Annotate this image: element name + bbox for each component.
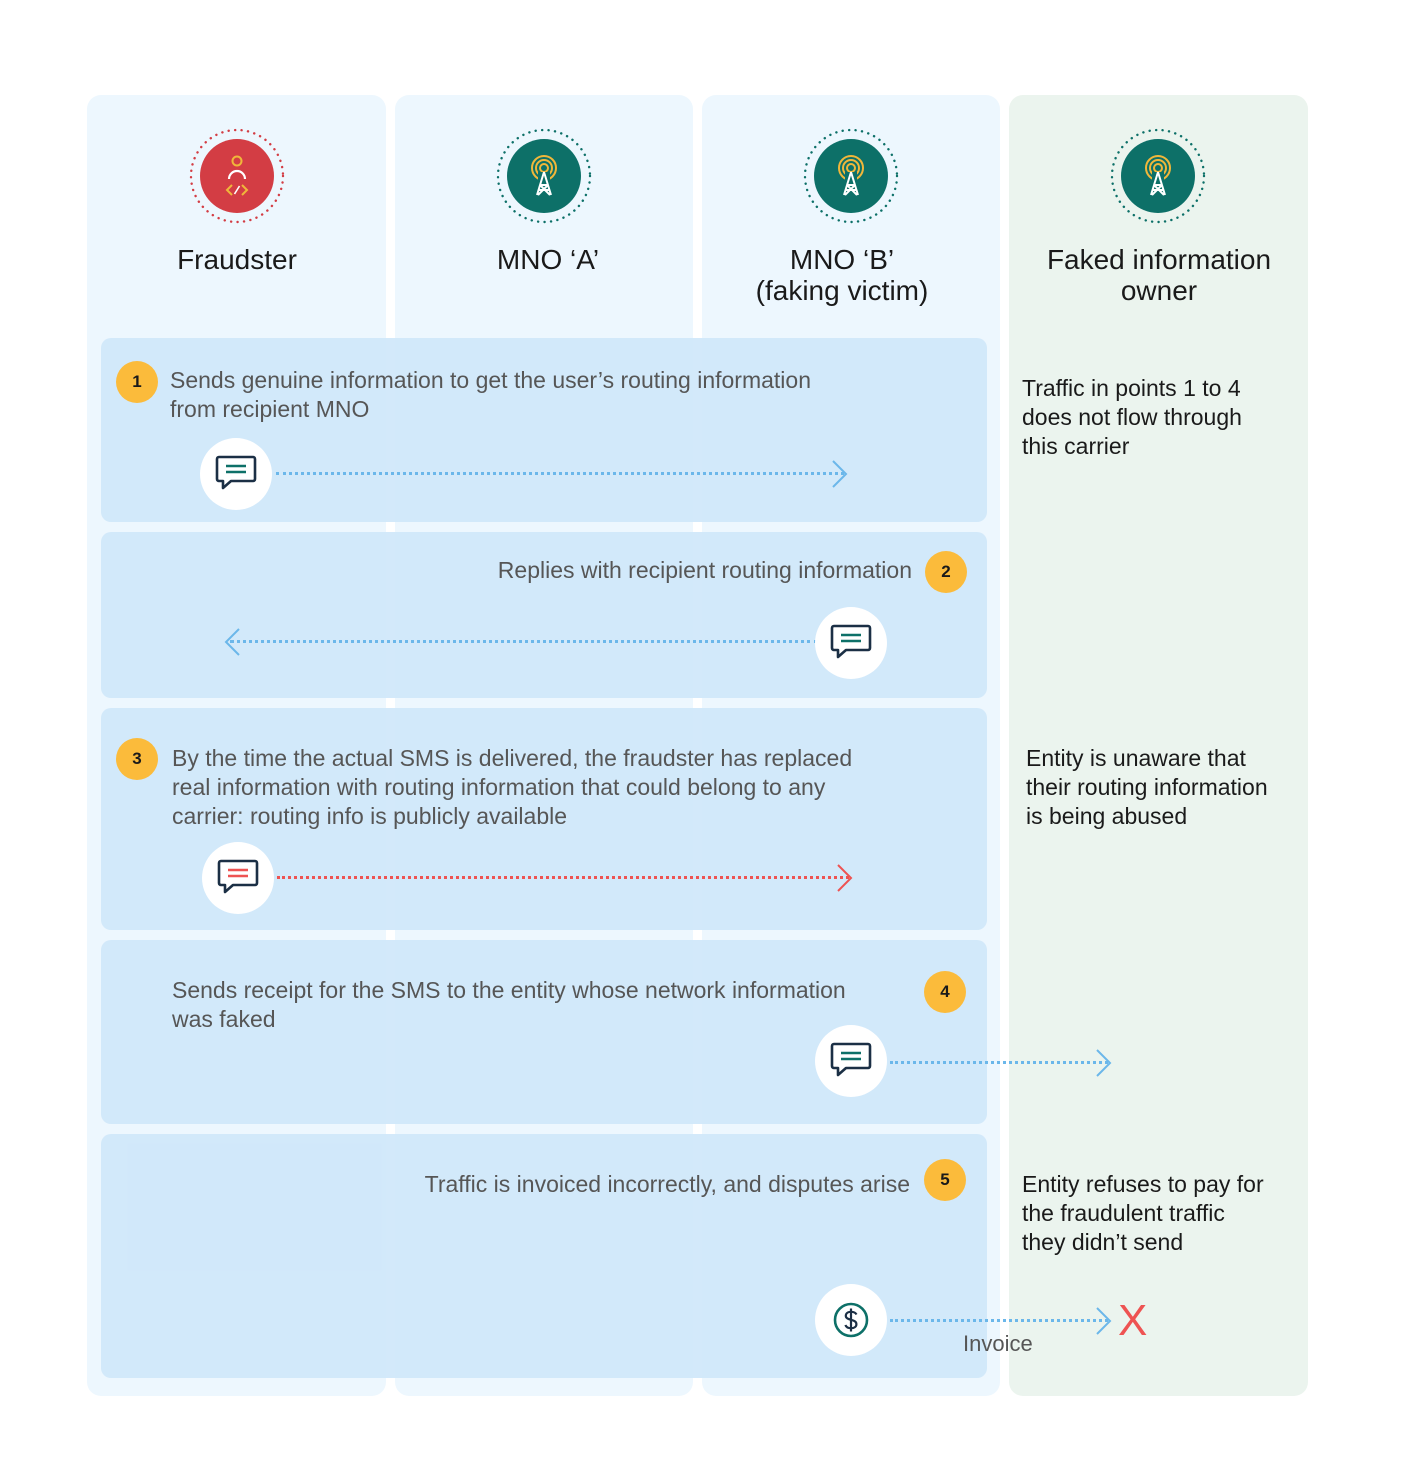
note-entity-unaware: Entity is unaware that their routing inf… [1026, 744, 1306, 831]
actor-label-owner: Faked information owner [1009, 244, 1309, 306]
arrow-line [276, 472, 844, 475]
cell-tower-icon [803, 128, 899, 224]
step-text-line: Sends genuine information to get the use… [170, 367, 811, 393]
step-text: Sends receipt for the SMS to the entity … [172, 976, 912, 1034]
step-text-line: carrier: routing info is publicly availa… [172, 803, 568, 829]
note-line: is being abused [1026, 803, 1188, 829]
step-text: Replies with recipient routing informati… [497, 557, 912, 583]
note-line: Entity refuses to pay for [1022, 1171, 1264, 1197]
arrow-line [230, 640, 818, 643]
arrow-right-red-icon [837, 864, 853, 892]
actor-label-line: Faked information [1046, 244, 1272, 275]
message-icon [215, 455, 257, 490]
note-line: Entity is unaware that [1026, 745, 1246, 771]
step-text-line: real information with routing informatio… [172, 774, 826, 800]
rejected-x-icon: X [1118, 1296, 1148, 1345]
note-line: the fraudulent traffic [1022, 1200, 1225, 1226]
message-bubble [202, 842, 274, 914]
message-icon [830, 624, 872, 659]
invoice-label: Invoice [963, 1331, 1033, 1356]
step-text-line: Sends receipt for the SMS to the entity … [172, 977, 846, 1003]
note-entity-refuses-to-pay: Entity refuses to pay for the fraudulent… [1022, 1170, 1302, 1257]
actor-label-fraudster: Fraudster [177, 244, 297, 275]
actor-label-mno-b: MNO ‘B’ (faking victim) [692, 244, 992, 306]
message-bubble [815, 607, 887, 679]
fraudster-icon [189, 128, 285, 224]
dollar-icon [833, 1302, 869, 1338]
message-bubble [815, 1025, 887, 1097]
step-text: Sends genuine information to get the use… [170, 366, 930, 424]
arrow-line [890, 1319, 1108, 1322]
step-badge: 5 [924, 1159, 966, 1201]
step-badge: 4 [924, 971, 966, 1013]
step-text: By the time the actual SMS is delivered,… [172, 744, 952, 831]
step-badge: 2 [925, 551, 967, 593]
cell-tower-icon [496, 128, 592, 224]
message-icon-red [217, 859, 259, 894]
note-line: does not flow through [1022, 404, 1242, 430]
step-badge: 3 [116, 738, 158, 780]
step-text: Traffic is invoiced incorrectly, and dis… [424, 1171, 910, 1197]
message-icon [830, 1042, 872, 1077]
step-text-line: By the time the actual SMS is delivered,… [172, 745, 853, 771]
step-text-line: from recipient MNO [170, 396, 370, 422]
note-line: they didn’t send [1022, 1229, 1184, 1255]
arrow-right-icon [832, 460, 848, 488]
arrow-line-red [277, 876, 849, 879]
message-bubble [200, 438, 272, 510]
step-text-line: was faked [172, 1006, 276, 1032]
actor-label-line: owner [1120, 275, 1198, 306]
invoice-bubble [815, 1284, 887, 1356]
actor-label-mno-a: MNO ‘A’ [496, 244, 600, 275]
cell-tower-icon [1110, 128, 1206, 224]
arrow-right-icon [1096, 1307, 1112, 1335]
note-line: Traffic in points 1 to 4 [1022, 375, 1241, 401]
note-line: this carrier [1022, 433, 1130, 459]
note-line: their routing information [1026, 774, 1268, 800]
arrow-right-icon [1096, 1049, 1112, 1077]
actor-label-line: (faking victim) [755, 275, 929, 306]
note-traffic-not-through-carrier: Traffic in points 1 to 4 does not flow t… [1022, 374, 1302, 461]
arrow-line [890, 1061, 1108, 1064]
step-badge: 1 [116, 361, 158, 403]
actor-label-line: MNO ‘B’ [789, 244, 895, 275]
